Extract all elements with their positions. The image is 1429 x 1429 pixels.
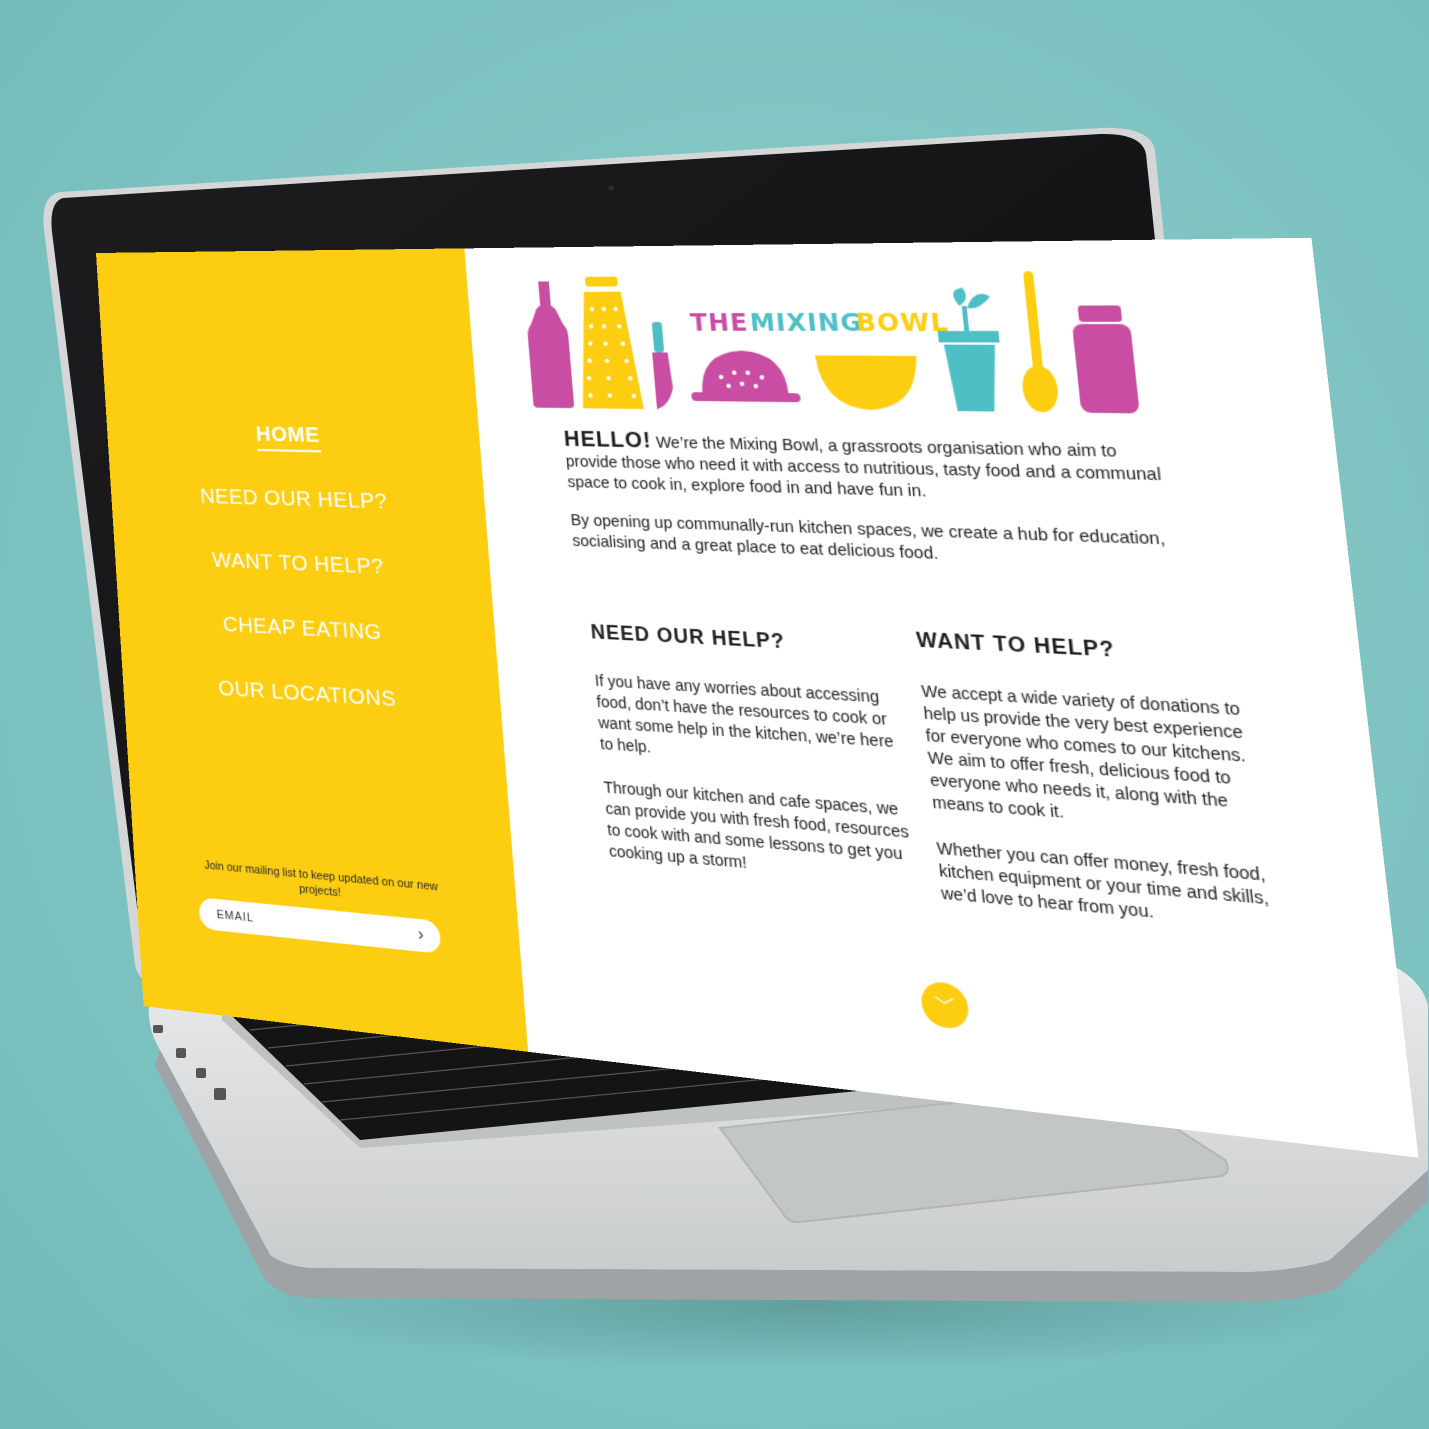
nav-item-want-to-help[interactable]: WANT TO HELP?: [114, 544, 491, 584]
spoon-icon: [1020, 271, 1061, 413]
jar-icon: [1072, 305, 1140, 414]
plant-pot-icon: [937, 287, 1002, 412]
nav-item-home[interactable]: HOME: [107, 420, 481, 453]
logo-word-bowl: BOWL: [855, 308, 950, 337]
screen: HOME NEED OUR HELP? WANT TO HELP? CHEAP …: [96, 237, 1419, 1158]
need-help-section: NEED OUR HELP? If you have any worries a…: [590, 621, 925, 913]
need-help-paragraph-2: Through our kitchen and cafe spaces, we …: [603, 777, 910, 872]
chevron-down-icon[interactable]: ﹀: [934, 990, 956, 1021]
intro-section: HELLO! We’re the Mixing Bowl, a grassroot…: [563, 427, 1193, 595]
logo-word-mixing: MIXING: [749, 308, 864, 337]
nav-item-our-locations[interactable]: OUR LOCATIONS: [122, 670, 501, 719]
scroll-down-button[interactable]: ﹀: [919, 980, 971, 1031]
hello-heading: HELLO!: [563, 427, 653, 453]
main-nav: HOME NEED OUR HELP? WANT TO HELP? CHEAP …: [107, 420, 505, 761]
intro-text-1: We’re the Mixing Bowl, a grassroots orga…: [565, 434, 1163, 502]
knife-icon: [651, 321, 675, 410]
sidebar: HOME NEED OUR HELP? WANT TO HELP? CHEAP …: [96, 248, 529, 1052]
nav-item-cheap-eating[interactable]: CHEAP EATING: [118, 607, 496, 652]
need-help-title: NEED OUR HELP?: [589, 620, 787, 653]
nav-item-need-our-help[interactable]: NEED OUR HELP?: [110, 482, 485, 518]
logo-word-the: THE: [689, 308, 749, 336]
grater-icon: [573, 276, 644, 410]
want-help-section: WANT TO HELP? We accept a wide variety o…: [915, 628, 1293, 961]
bowl-icon: [814, 355, 922, 411]
camera-icon: [608, 185, 614, 191]
intro-paragraph-2: By opening up communally-run kitchen spa…: [570, 511, 1166, 564]
need-help-paragraph-1: If you have any worries about accessing …: [594, 671, 895, 756]
bottle-icon: [525, 281, 575, 409]
want-help-paragraph-2: Whether you can offer money, fresh food,…: [935, 838, 1270, 922]
want-help-title: WANT TO HELP?: [915, 628, 1117, 662]
scene: HOME NEED OUR HELP? WANT TO HELP? CHEAP …: [0, 0, 1429, 1429]
want-help-paragraph-1: We accept a wide variety of donations to…: [920, 681, 1247, 822]
colander-icon: [691, 350, 801, 403]
main-content: THE MIXING BOWL HELLO! We’re the Mixing B…: [464, 237, 1419, 1158]
mixing-bowl-logo: THE MIXING BOWL: [525, 271, 1140, 414]
email-placeholder[interactable]: EMAIL: [216, 908, 418, 941]
chevron-right-icon[interactable]: ›: [417, 925, 424, 945]
intro-paragraph-1: HELLO! We’re the Mixing Bowl, a grassroot…: [563, 427, 1184, 511]
